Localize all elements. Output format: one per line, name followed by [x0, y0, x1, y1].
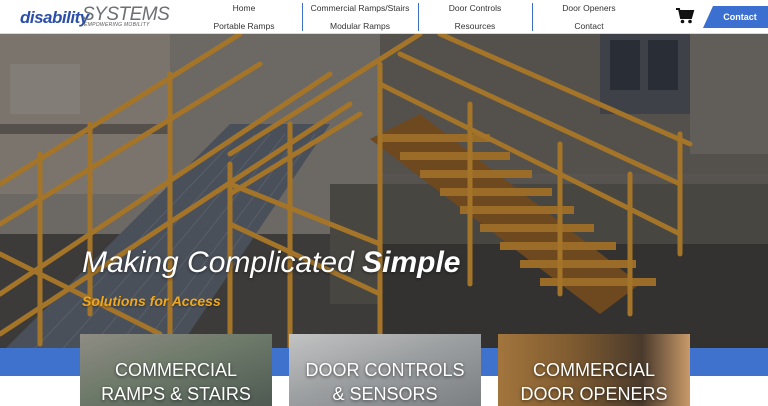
nav-door-openers[interactable]: Door Openers [532, 3, 646, 13]
shopping-cart-icon[interactable] [675, 7, 695, 25]
card-label-line1: COMMERCIAL [532, 360, 655, 380]
hero-title: Making Complicated Simple [82, 246, 461, 280]
hero-subtitle: Solutions for Access [82, 293, 221, 309]
logo-brand-a: disability [20, 8, 89, 27]
card-label: COMMERCIAL RAMPS & STAIRS [80, 358, 272, 406]
nav-contact[interactable]: Contact [532, 21, 646, 31]
nav-column-1: Home Portable Ramps [186, 0, 302, 34]
card-label-line2: DOOR OPENERS [520, 384, 668, 404]
card-commercial-ramps-stairs[interactable]: COMMERCIAL RAMPS & STAIRS [80, 334, 272, 406]
logo-tagline: EMPOWERING MOBILITY [84, 22, 150, 28]
card-label: DOOR CONTROLS & SENSORS [289, 358, 481, 406]
card-commercial-door-openers[interactable]: COMMERCIAL DOOR OPENERS [498, 334, 690, 406]
nav-resources[interactable]: Resources [418, 21, 532, 31]
nav-portable-ramps[interactable]: Portable Ramps [186, 21, 302, 31]
hero-title-regular: Making Complicated [82, 246, 363, 279]
contact-button[interactable]: Contact [703, 6, 768, 28]
card-label-line1: DOOR CONTROLS [305, 360, 465, 380]
site-logo[interactable]: disability SYSTEMS EMPOWERING MOBILITY [20, 4, 170, 30]
nav-commercial-ramps-stairs[interactable]: Commercial Ramps/Stairs [302, 3, 418, 13]
card-label-line2: & SENSORS [332, 384, 438, 404]
nav-column-4: Door Openers Contact [532, 0, 646, 34]
nav-column-2: Commercial Ramps/Stairs Modular Ramps [302, 0, 418, 34]
card-label: COMMERCIAL DOOR OPENERS [498, 358, 690, 406]
hero-title-bold: Simple [362, 246, 461, 279]
nav-home[interactable]: Home [186, 3, 302, 13]
card-door-controls-sensors[interactable]: DOOR CONTROLS & SENSORS [289, 334, 481, 406]
nav-door-controls[interactable]: Door Controls [418, 3, 532, 13]
card-label-line2: RAMPS & STAIRS [101, 384, 251, 404]
card-label-line1: COMMERCIAL [114, 360, 237, 380]
site-header: disability SYSTEMS EMPOWERING MOBILITY H… [0, 0, 768, 34]
nav-modular-ramps[interactable]: Modular Ramps [302, 21, 418, 31]
nav-column-3: Door Controls Resources [418, 0, 532, 34]
